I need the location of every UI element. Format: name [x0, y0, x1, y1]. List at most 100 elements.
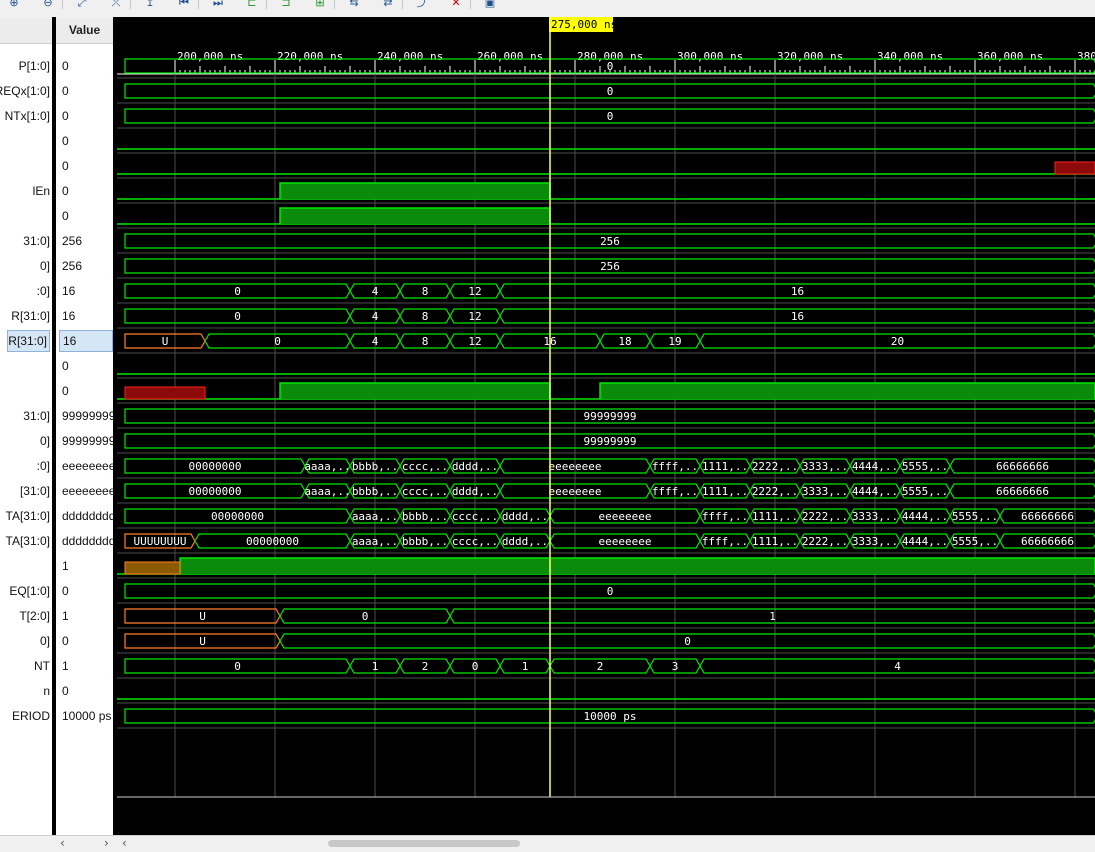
- bus-value-label: 20: [891, 335, 904, 348]
- signal-name[interactable]: ERIOD: [12, 705, 50, 727]
- signal-value[interactable]: 0: [62, 630, 113, 652]
- signal-value[interactable]: 0: [62, 205, 113, 227]
- signal-name[interactable]: [31:0]: [20, 480, 50, 502]
- bus-value-label: aaaa,..: [304, 485, 350, 498]
- go-first-icon[interactable]: ⏮: [176, 0, 192, 10]
- bus-value-label: 2: [597, 660, 604, 673]
- bus-value-label: cccc,..: [452, 535, 498, 548]
- waveform-pane[interactable]: 200,000 ns 220,000 ns 240,000 ns 260,000 ns…: [117, 17, 1095, 835]
- swap2-icon[interactable]: ⇄: [380, 0, 396, 10]
- timeline-tick-label: 260,000 ns: [477, 50, 543, 63]
- signal-value[interactable]: 0: [62, 80, 113, 102]
- bus-value-label: 4: [894, 660, 901, 673]
- next-transition-icon[interactable]: ⊐: [278, 0, 294, 10]
- bus-value-label: 99999999: [584, 435, 637, 448]
- signal-value[interactable]: 0: [62, 680, 113, 702]
- signal-value[interactable]: 0: [62, 380, 113, 402]
- bus-value-label: 1: [522, 660, 529, 673]
- signal-value[interactable]: 0: [62, 180, 113, 202]
- wave-horizontal-scrollbar-thumb[interactable]: [328, 840, 520, 847]
- signal-value[interactable]: 0: [62, 105, 113, 127]
- signal-name[interactable]: 31:0]: [23, 230, 50, 252]
- prev-transition-icon[interactable]: ⊏: [244, 0, 260, 10]
- signal-value[interactable]: dddddddd: [62, 530, 113, 552]
- bus-value-label: dddd,..: [452, 485, 498, 498]
- signal-name[interactable]: T[2:0]: [19, 605, 50, 627]
- cursor-marker-icon[interactable]: ⤫: [108, 0, 124, 10]
- bus-value-label: 66666666: [996, 485, 1049, 498]
- expand-icon[interactable]: ⤴: [414, 0, 430, 10]
- bit-high-fill: [280, 208, 550, 224]
- signal-value[interactable]: 16: [62, 280, 113, 302]
- signal-value[interactable]: 0: [62, 55, 113, 77]
- bus-value-label: 0: [234, 660, 241, 673]
- value-column-header[interactable]: Value: [56, 17, 113, 44]
- bus-value-label: 1111,..: [702, 460, 748, 473]
- signal-value[interactable]: 16: [62, 305, 113, 327]
- bit-high-fill: [180, 558, 1095, 574]
- signal-name[interactable]: 31:0]: [23, 405, 50, 427]
- name-scroll-right-icon[interactable]: ›: [104, 836, 109, 850]
- bus-value-label: 2222,..: [752, 460, 798, 473]
- swap-icon[interactable]: ⇆: [346, 0, 362, 10]
- zoom-in-icon[interactable]: ⊕: [6, 0, 22, 10]
- signal-name[interactable]: :0]: [37, 455, 50, 477]
- signal-value[interactable]: 256: [62, 255, 113, 277]
- signal-name[interactable]: TA[31:0]: [6, 505, 50, 527]
- signal-value[interactable]: 99999999: [62, 430, 113, 452]
- signal-value[interactable]: eeeeeeee: [62, 455, 113, 477]
- zoom-out-icon[interactable]: ⊖: [40, 0, 56, 10]
- signal-value[interactable]: 10000 ps: [62, 705, 113, 727]
- signal-value[interactable]: 0: [62, 155, 113, 177]
- bit-undefined-fill: [124, 561, 181, 575]
- signal-name[interactable]: REQx[1:0]: [0, 80, 50, 102]
- bus-value-label: 0: [472, 660, 479, 673]
- signal-value[interactable]: 1: [62, 655, 113, 677]
- signal-value[interactable]: 0: [62, 580, 113, 602]
- signal-value[interactable]: 256: [62, 230, 113, 252]
- add-marker-icon[interactable]: ↥: [142, 0, 158, 10]
- bus-value-label: 0: [684, 635, 691, 648]
- signal-name[interactable]: EQ[1:0]: [9, 580, 50, 602]
- bus-value-label: 4444,..: [852, 460, 898, 473]
- signal-name[interactable]: 0]: [40, 430, 50, 452]
- signal-value[interactable]: 1: [62, 555, 113, 577]
- bus-value-label: aaaa,..: [304, 460, 350, 473]
- bus-value-label: 00000000: [189, 485, 242, 498]
- signal-name[interactable]: NTx[1:0]: [5, 105, 50, 127]
- signal-name[interactable]: 0]: [40, 630, 50, 652]
- wave-scroll-left-icon[interactable]: ‹: [122, 836, 127, 850]
- signal-value[interactable]: eeeeeeee: [62, 480, 113, 502]
- add-icon[interactable]: ⊞: [312, 0, 328, 10]
- waveform-canvas[interactable]: 200,000 ns 220,000 ns 240,000 ns 260,000 ns…: [117, 17, 1095, 835]
- name-scroll-left-icon[interactable]: ‹: [60, 836, 65, 850]
- signal-value[interactable]: dddddddd: [62, 505, 113, 527]
- zoom-fit-icon[interactable]: ⤢: [74, 0, 90, 10]
- signal-name[interactable]: n: [43, 680, 50, 702]
- bus-value-label: ffff,..: [702, 535, 748, 548]
- signal-name[interactable]: P[1:0]: [19, 55, 50, 77]
- bus-value-label: 0: [607, 85, 614, 98]
- signal-value[interactable]: 16: [59, 330, 113, 352]
- go-last-icon[interactable]: ⏭: [210, 0, 226, 10]
- signal-value[interactable]: 0: [62, 355, 113, 377]
- signal-value[interactable]: 0: [62, 130, 113, 152]
- signal-name[interactable]: R[31:0]: [7, 330, 50, 352]
- timeline-tick-label: 200,000 ns: [177, 50, 243, 63]
- name-column-header[interactable]: [0, 17, 52, 44]
- signal-name[interactable]: 0]: [40, 255, 50, 277]
- bus-value-label: 66666666: [1021, 510, 1074, 523]
- signal-name[interactable]: TA[31:0]: [6, 530, 50, 552]
- save-icon[interactable]: ▣: [482, 0, 498, 10]
- bus-value-label: 00000000: [246, 535, 299, 548]
- signal-name[interactable]: :0]: [37, 280, 50, 302]
- delete-icon[interactable]: ✕: [448, 0, 464, 10]
- signal-name[interactable]: R[31:0]: [11, 305, 50, 327]
- signal-name[interactable]: lEn: [33, 180, 50, 202]
- signal-value[interactable]: 99999999: [62, 405, 113, 427]
- signal-name[interactable]: NT: [34, 655, 50, 677]
- bus-value-label: eeeeeeee: [599, 535, 652, 548]
- bus-value-label: 0: [234, 285, 241, 298]
- bus-value-label: eeeeeeee: [549, 485, 602, 498]
- signal-value[interactable]: 1: [62, 605, 113, 627]
